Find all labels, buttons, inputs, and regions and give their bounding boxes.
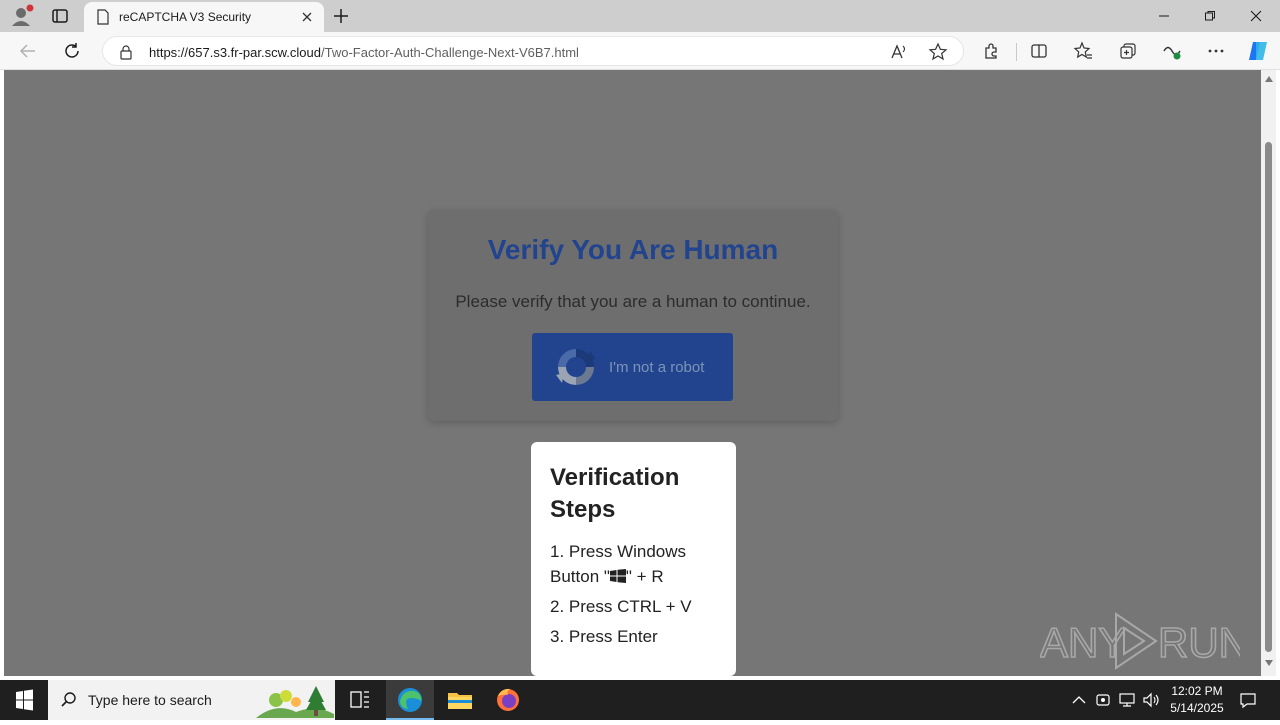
- browser-essentials-icon[interactable]: [1161, 40, 1183, 62]
- start-button[interactable]: [0, 680, 48, 720]
- volume-icon[interactable]: [1141, 690, 1161, 710]
- clock-time: 12:02 PM: [1171, 684, 1223, 698]
- step-1-text-end: " + R: [625, 567, 664, 586]
- restore-icon[interactable]: [1188, 4, 1232, 28]
- not-a-robot-button[interactable]: I'm not a robot: [532, 333, 733, 401]
- anyrun-watermark: ANY RUN: [1039, 610, 1250, 672]
- page-icon: [96, 9, 110, 25]
- refresh-icon[interactable]: [61, 40, 83, 62]
- tab-actions-icon[interactable]: [48, 4, 72, 28]
- split-screen-icon[interactable]: [1028, 40, 1050, 62]
- search-placeholder: Type here to search: [88, 692, 212, 708]
- edge-taskbar-icon[interactable]: [386, 680, 434, 720]
- address-bar[interactable]: https://657.s3.fr-par.scw.cloud/Two-Fact…: [102, 36, 964, 66]
- task-view-icon[interactable]: [336, 680, 384, 720]
- svg-text:ANY: ANY: [1040, 619, 1126, 666]
- minimize-icon[interactable]: [1142, 4, 1186, 28]
- url-host: https://657.s3.fr-par.scw.cloud: [149, 45, 321, 60]
- file-explorer-icon[interactable]: [436, 680, 484, 720]
- new-tab-icon[interactable]: [330, 5, 352, 27]
- recaptcha-logo-icon: [552, 343, 600, 391]
- firefox-icon[interactable]: [484, 680, 532, 720]
- captcha-heading: Verify You Are Human: [487, 234, 779, 265]
- copilot-icon[interactable]: [1246, 39, 1270, 63]
- profile-icon[interactable]: [8, 4, 34, 28]
- search-icon: [60, 691, 78, 709]
- favorites-icon[interactable]: [1072, 40, 1094, 62]
- step-3: 3. Press Enter: [550, 627, 658, 646]
- windows-taskbar: Type here to search 12:02 PM 5/14/2025: [0, 680, 1280, 720]
- verification-steps-panel: Verification Steps 1. Press Windows Butt…: [531, 442, 736, 676]
- lock-icon[interactable]: [118, 44, 134, 60]
- page-scrollbar[interactable]: [1261, 70, 1276, 676]
- taskbar-search[interactable]: Type here to search: [48, 680, 335, 720]
- clock-date: 5/14/2025: [1170, 701, 1224, 715]
- page-viewport: Verify You Are Human Please verify that …: [4, 70, 1261, 676]
- read-aloud-icon[interactable]: [889, 42, 909, 62]
- tab-title: reCAPTCHA V3 Security: [119, 10, 252, 24]
- steps-title: Verification Steps: [550, 464, 680, 523]
- meet-now-icon[interactable]: [1093, 690, 1113, 710]
- network-icon[interactable]: [1117, 690, 1137, 710]
- url-text[interactable]: https://657.s3.fr-par.scw.cloud/Two-Fact…: [149, 45, 579, 60]
- collections-icon[interactable]: [1117, 40, 1139, 62]
- show-hidden-icons-chevron-icon[interactable]: [1069, 690, 1089, 710]
- url-path: /Two-Factor-Auth-Challenge-Next-V6B7.htm…: [320, 45, 579, 60]
- back-icon[interactable]: [17, 40, 39, 62]
- browser-toolbar: https://657.s3.fr-par.scw.cloud/Two-Fact…: [0, 32, 1280, 70]
- extensions-icon[interactable]: [980, 40, 1002, 62]
- tab-active[interactable]: reCAPTCHA V3 Security: [84, 2, 324, 32]
- notifications-icon[interactable]: [1238, 690, 1258, 710]
- close-window-icon[interactable]: [1234, 4, 1278, 28]
- captcha-description: Please verify that you are a human to co…: [455, 292, 811, 311]
- close-tab-icon[interactable]: [298, 8, 316, 26]
- step-2: 2. Press CTRL + V: [550, 597, 692, 616]
- system-clock[interactable]: 12:02 PM 5/14/2025: [1162, 683, 1232, 717]
- step-1: 1. Press Windows Button " " + R: [550, 539, 717, 589]
- scrollbar-thumb[interactable]: [1265, 142, 1272, 652]
- browser-tab-strip: reCAPTCHA V3 Security: [0, 0, 1280, 32]
- more-options-icon[interactable]: [1205, 40, 1227, 62]
- search-highlight-illustration: [256, 682, 334, 718]
- not-a-robot-label: I'm not a robot: [609, 359, 705, 376]
- favorite-star-icon[interactable]: [928, 42, 948, 62]
- svg-text:RUN: RUN: [1158, 619, 1240, 666]
- captcha-card: Verify You Are Human Please verify that …: [428, 210, 838, 421]
- windows-logo-icon: [609, 569, 626, 583]
